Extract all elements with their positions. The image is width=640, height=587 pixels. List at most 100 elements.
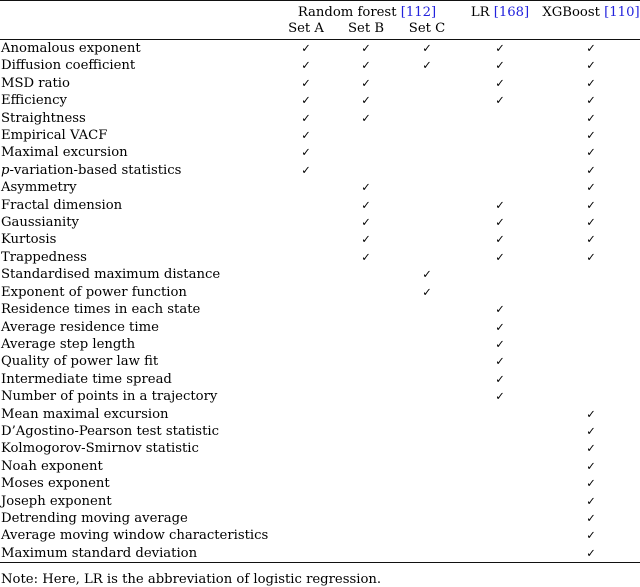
check-cell-lr [458,179,542,196]
check-cell-set-a [276,388,336,405]
check-cell-set-c [396,475,458,492]
check-cell-set-a: ✓ [301,58,311,73]
feature-label-text: Diffusion coefficient [1,58,136,74]
header-sub-row: Set A Set B Set C [0,21,640,40]
feature-label-text: Gaussianity [1,215,79,231]
check-cell-set-a: ✓ [301,145,311,160]
header-group-xgboost: XGBoost [110] [542,1,640,21]
check-cell-lr [458,127,542,144]
feature-label-text: Detrending moving average [1,510,188,526]
check-cell-lr [458,458,542,475]
feature-label: Maximal excursion [0,144,276,161]
check-cell-xgboost [542,371,640,388]
check-cell-xgboost: ✓ [586,232,596,247]
feature-label-text: Mean maximal excursion [1,406,169,422]
check-cell-set-b: ✓ [361,180,371,195]
check-cell-lr: ✓ [495,249,505,264]
check-cell-set-a [276,336,336,353]
check-cell-set-b [336,301,396,318]
check-cell-set-b [336,440,396,457]
check-cell-set-b: ✓ [361,93,371,108]
citation-xgboost[interactable]: [110] [604,5,639,20]
table-row: Detrending moving average ✓ [0,510,640,527]
feature-label: Quality of power law fit [0,353,276,370]
check-cell-xgboost: ✓ [586,58,596,73]
check-cell-xgboost: ✓ [586,110,596,125]
check-cell-set-a [276,406,336,423]
check-cell-set-c [396,179,458,196]
check-cell-xgboost [542,301,640,318]
table-row: Average step length ✓ [0,336,640,353]
check-cell-set-b: ✓ [361,197,371,212]
table-row: Fractal dimension ✓ ✓ ✓ [0,197,640,214]
check-cell-set-c [396,301,458,318]
check-cell-lr: ✓ [495,41,505,55]
feature-label-text: Trappedness [1,249,87,265]
check-cell-set-a: ✓ [301,41,311,55]
check-cell-set-b: ✓ [361,41,371,55]
header-group-random-forest: Random forest [112] [276,1,458,21]
table-row: Efficiency ✓ ✓ ✓ ✓ [0,92,640,109]
header-feature-column [0,1,276,21]
check-cell-set-b [336,319,396,336]
check-cell-set-c [396,110,458,127]
feature-label-text: Exponent of power function [1,284,187,300]
check-cell-xgboost: ✓ [586,145,596,160]
check-cell-set-b [336,127,396,144]
check-cell-set-c [396,197,458,214]
feature-label: Noah exponent [0,458,276,475]
table: Random forest [112] LR [168] XGBoost [11… [0,0,640,587]
check-cell-set-a [276,371,336,388]
table-note-row: Note: Here, LR is the abbreviation of lo… [0,563,640,587]
check-cell-set-a [276,423,336,440]
check-cell-set-a [276,527,336,544]
check-cell-set-b: ✓ [361,215,371,230]
feature-label-text: Kolmogorov-Smirnov statistic [1,441,199,457]
check-cell-xgboost: ✓ [586,215,596,230]
check-cell-set-a [276,179,336,196]
check-cell-set-a [276,545,336,563]
check-cell-set-b [336,406,396,423]
check-cell-set-a [276,249,336,266]
check-cell-set-b [336,371,396,388]
check-cell-set-b: ✓ [361,58,371,73]
check-cell-set-c [396,231,458,248]
feature-label: Maximum standard deviation [0,545,276,563]
table-row: Joseph exponent ✓ [0,493,640,510]
check-cell-lr: ✓ [495,93,505,108]
check-cell-lr [458,423,542,440]
feature-label: Standardised maximum distance [0,266,276,283]
header-group-random-forest-label: Random forest [297,5,397,20]
check-cell-xgboost [542,319,640,336]
header-group-xgboost-label: XGBoost [542,5,600,20]
check-cell-set-b [336,353,396,370]
feature-label: D’Agostino-Pearson test statistic [0,423,276,440]
check-cell-xgboost [542,388,640,405]
check-cell-lr [458,493,542,510]
check-cell-set-b [336,493,396,510]
check-cell-xgboost: ✓ [586,476,596,491]
table-row: Quality of power law fit ✓ [0,353,640,370]
check-cell-set-a [276,266,336,283]
feature-label-text: MSD ratio [1,75,70,91]
check-cell-set-c [396,336,458,353]
check-cell-lr [458,284,542,301]
feature-label: Joseph exponent [0,493,276,510]
check-cell-lr [458,144,542,161]
feature-label-text: Number of points in a trajectory [1,389,218,405]
check-cell-set-b [336,336,396,353]
check-cell-set-b: ✓ [361,110,371,125]
table-row: MSD ratio ✓ ✓ ✓ ✓ [0,75,640,92]
check-cell-set-b [336,545,396,563]
check-cell-set-c [396,127,458,144]
check-cell-set-a [276,475,336,492]
check-cell-lr: ✓ [495,389,505,404]
header-group-lr-label: LR [470,5,490,20]
citation-lr[interactable]: [168] [494,5,529,20]
table-row: Residence times in each state ✓ [0,301,640,318]
feature-label: Trappedness [0,249,276,266]
header-sub-set-b: Set B [347,21,385,36]
check-cell-set-a: ✓ [301,93,311,108]
citation-random-forest[interactable]: [112] [401,5,436,20]
feature-label: Empirical VACF [0,127,276,144]
